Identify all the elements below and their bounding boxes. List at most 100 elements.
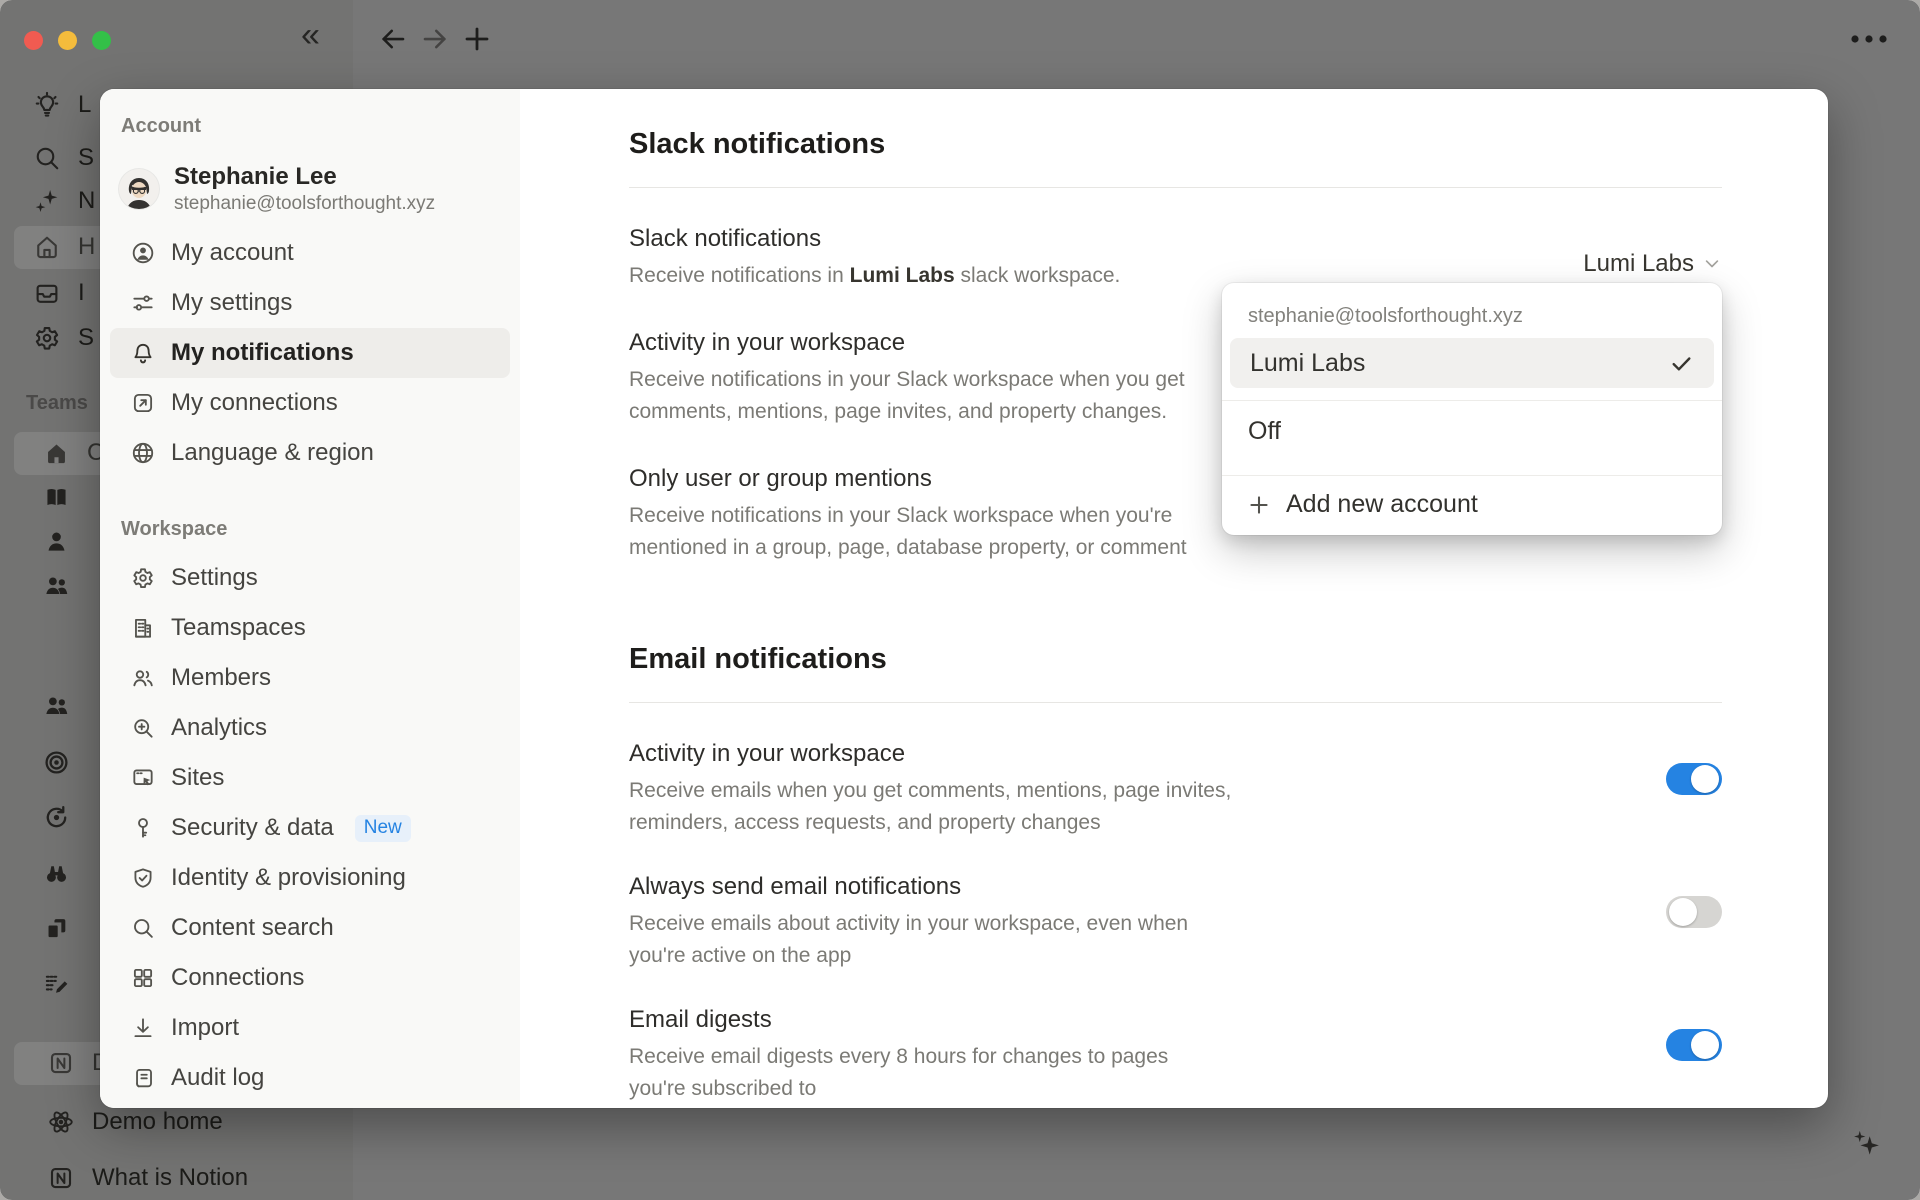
setting-title: Slack notifications	[629, 224, 1120, 254]
profile-name: Stephanie Lee	[174, 162, 435, 192]
setting-description: Receive emails about activity in your wo…	[629, 908, 1188, 972]
toggle-knob	[1669, 898, 1697, 926]
sidebar-item-label: Analytics	[171, 714, 267, 742]
email-section-title: Email notifications	[629, 642, 1722, 676]
toggle-knob	[1691, 765, 1719, 793]
chevron-down-icon	[1702, 254, 1722, 274]
sidebar-item-label: My account	[171, 239, 294, 267]
arrow-up-right-square-icon	[130, 390, 156, 416]
sidebar-workspace-item-content-search[interactable]: Content search	[110, 903, 510, 953]
slack-workspace-dropdown[interactable]: Lumi Labs	[1583, 250, 1722, 278]
settings-content: Slack notifications Slack notifications R…	[520, 89, 1828, 1108]
profile-row[interactable]: Stephanie Lee stephanie@toolsforthought.…	[119, 162, 510, 216]
sidebar-workspace-item-security-data[interactable]: Security & data New	[110, 803, 510, 853]
sidebar-workspace-item-import[interactable]: Import	[110, 1003, 510, 1053]
sidebar-item-label: Members	[171, 664, 271, 692]
sidebar-account-item-my-settings[interactable]: My settings	[110, 278, 510, 328]
sidebar-item-label: Security & data	[171, 814, 334, 842]
sidebar-item-label: Audit log	[171, 1064, 264, 1092]
setting-title: Only user or group mentions	[629, 464, 1187, 494]
magnifier-icon	[130, 915, 156, 941]
toggle-always-send-email-notifications[interactable]	[1666, 896, 1722, 928]
setting-description: Receive emails when you get comments, me…	[629, 775, 1231, 839]
dropdown-value: Lumi Labs	[1583, 250, 1694, 278]
sidebar-item-label: Identity & provisioning	[171, 864, 406, 892]
plus-icon	[1246, 492, 1272, 518]
sidebar-item-label: Settings	[171, 564, 258, 592]
sidebar-item-label: My connections	[171, 389, 338, 417]
setting-description: Receive email digests every 8 hours for …	[629, 1041, 1168, 1105]
zoom-window-button[interactable]	[92, 31, 111, 50]
avatar	[119, 169, 159, 209]
toggle-knob	[1691, 1031, 1719, 1059]
gear-icon	[130, 565, 156, 591]
toggle-activity-in-your-workspace[interactable]	[1666, 763, 1722, 795]
sidebar-item-label: My notifications	[171, 339, 354, 367]
sidebar-workspace-item-audit-log[interactable]: Audit log	[110, 1053, 510, 1103]
new-badge: New	[355, 815, 411, 842]
sidebar-account-item-my-account[interactable]: My account	[110, 228, 510, 278]
key-icon	[130, 815, 156, 841]
scroll-icon	[130, 1065, 156, 1091]
sidebar-account-item-my-connections[interactable]: My connections	[110, 378, 510, 428]
sidebar-workspace-item-sites[interactable]: Sites	[110, 753, 510, 803]
sidebar-item-label: Content search	[171, 914, 334, 942]
setting-description: Receive notifications in your Slack work…	[629, 500, 1187, 564]
menu-option-lumi-labs[interactable]: Lumi Labs	[1230, 338, 1714, 388]
setting-row-email-digests: Email digests Receive email digests every…	[629, 1005, 1722, 1105]
shield-check-icon	[130, 865, 156, 891]
sidebar-item-label: Teamspaces	[171, 614, 306, 642]
building-icon	[130, 615, 156, 641]
sidebar-workspace-item-teamspaces[interactable]: Teamspaces	[110, 603, 510, 653]
settings-sidebar: Account Stephanie Lee stephanie@toolsfor…	[100, 89, 520, 1108]
sidebar-item-label: Sites	[171, 764, 224, 792]
profile-email: stephanie@toolsforthought.xyz	[174, 192, 435, 216]
add-new-account-button[interactable]: Add new account	[1222, 476, 1722, 523]
setting-title: Email digests	[629, 1005, 1168, 1035]
sidebar-account-item-my-notifications[interactable]: My notifications	[110, 328, 510, 378]
check-icon	[1669, 351, 1694, 376]
toggle-email-digests[interactable]	[1666, 1029, 1722, 1061]
slack-workspace-menu: stephanie@toolsforthought.xyz Lumi LabsO…	[1222, 283, 1722, 535]
sliders-icon	[130, 290, 156, 316]
setting-row-activity-in-your-workspace: Activity in your workspace Receive emails…	[629, 739, 1722, 839]
setting-title: Always send email notifications	[629, 872, 1188, 902]
divider	[629, 187, 1722, 188]
setting-description: Receive notifications in Lumi Labs slack…	[629, 260, 1120, 292]
settings-modal: Account Stephanie Lee stephanie@toolsfor…	[100, 89, 1828, 1108]
bell-icon	[130, 340, 156, 366]
sidebar-item-label: Connections	[171, 964, 304, 992]
divider	[629, 702, 1722, 703]
sidebar-workspace-item-settings[interactable]: Settings	[110, 553, 510, 603]
minimize-window-button[interactable]	[58, 31, 77, 50]
setting-title: Activity in your workspace	[629, 328, 1185, 358]
setting-title: Activity in your workspace	[629, 739, 1231, 769]
workspace-section-label: Workspace	[121, 518, 520, 541]
browser-icon	[130, 765, 156, 791]
menu-option-label: Off	[1248, 417, 1281, 446]
people-icon	[130, 665, 156, 691]
sidebar-item-label: Language & region	[171, 439, 374, 467]
menu-option-off[interactable]: Off	[1222, 401, 1722, 463]
magnifier-plus-icon	[130, 715, 156, 741]
sidebar-item-label: Import	[171, 1014, 239, 1042]
sidebar-workspace-item-analytics[interactable]: Analytics	[110, 703, 510, 753]
download-icon	[130, 1015, 156, 1041]
person-circle-icon	[130, 240, 156, 266]
setting-row-always-send-email-notifications: Always send email notifications Receive e…	[629, 872, 1722, 972]
close-window-button[interactable]	[24, 31, 43, 50]
setting-row-slack-notifications: Slack notifications Receive notifications…	[629, 224, 1722, 292]
globe-icon	[130, 440, 156, 466]
sidebar-workspace-item-connections[interactable]: Connections	[110, 953, 510, 1003]
window-controls	[24, 31, 111, 50]
setting-description: Receive notifications in your Slack work…	[629, 364, 1185, 428]
sidebar-item-label: My settings	[171, 289, 292, 317]
sidebar-workspace-item-identity-provisioning[interactable]: Identity & provisioning	[110, 853, 510, 903]
notion-window: Teams LSNHISCDDemo homeWhat is Notion « …	[0, 0, 1920, 1200]
menu-option-label: Lumi Labs	[1250, 349, 1365, 378]
sidebar-workspace-item-members[interactable]: Members	[110, 653, 510, 703]
account-section-label: Account	[121, 115, 520, 138]
add-new-account-label: Add new account	[1286, 490, 1478, 519]
sidebar-account-item-language-region[interactable]: Language & region	[110, 428, 510, 478]
grid-icon	[130, 965, 156, 991]
